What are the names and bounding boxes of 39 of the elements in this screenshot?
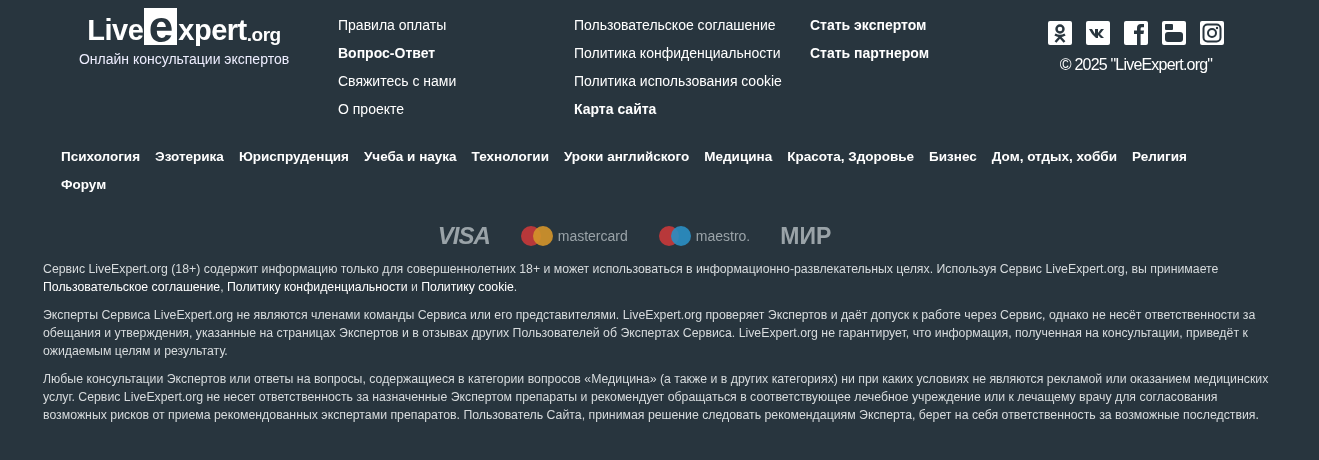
category-link[interactable]: Медицина	[704, 148, 773, 166]
category-link[interactable]: Технологии	[471, 148, 549, 166]
instagram-icon[interactable]	[1200, 21, 1224, 45]
footer-link[interactable]: Карта сайта	[574, 101, 810, 118]
category-link[interactable]: Бизнес	[929, 148, 977, 166]
footer-link[interactable]: Правила оплаты	[338, 17, 574, 34]
footer-link[interactable]: Свяжитесь с нами	[338, 73, 574, 90]
footer-link[interactable]: Вопрос-Ответ	[338, 45, 574, 62]
facebook-icon[interactable]	[1124, 21, 1148, 45]
copyright: © 2025 "LiveExpert.org"	[1059, 56, 1213, 74]
footer-link[interactable]: О проекте	[338, 101, 574, 118]
category-link[interactable]: Религия	[1132, 148, 1187, 166]
category-link[interactable]: Юриспруденция	[238, 148, 349, 166]
category-link[interactable]: Форум	[61, 176, 107, 194]
policy-link[interactable]: Пользовательское соглашение	[43, 280, 221, 294]
disclaimer-paragraph: Любые консультации Экспертов или ответы на вопросы, содержащиеся в категории вопросов «Медицина» (а также и в других категориях) ни при каких условиях не являются рекламой или оказанием медицинских услуг. Сервис LiveExpert.org не несет ответственность за назначенные Экспертом препараты и рекомендует обращаться в соответствующее лечебное учреждение или к лечащему врачу для согласования возможных рисков от приема рекомендованных экспертами препаратов. Пользователь Сайта, принимая решение следовать рекомендациям Эксперта, берет на себя ответственность за возможные последствия.	[43, 371, 1270, 424]
visa-logo: VISA	[437, 222, 490, 250]
policy-link[interactable]: Политику cookie	[421, 280, 514, 294]
mir-logo: МИР	[780, 222, 832, 250]
policy-link[interactable]: Политику конфиденциальности	[226, 280, 408, 294]
footer-link[interactable]: Политика конфиденциальности	[574, 45, 810, 62]
category-link[interactable]: Эзотерика	[155, 148, 224, 166]
category-link[interactable]: Красота, Здоровье	[787, 148, 915, 166]
category-link[interactable]: Психология	[61, 148, 141, 166]
footer-link[interactable]: Пользовательское соглашение	[574, 17, 810, 34]
category-link[interactable]: Уроки английского	[563, 148, 690, 166]
odnoklassniki-icon[interactable]	[1048, 21, 1072, 45]
maestro-logo: maestro.	[657, 225, 751, 247]
footer-link[interactable]: Политика использования cookie	[574, 73, 810, 90]
disclaimer-paragraph: Эксперты Сервиса LiveExpert.org не являются членами команды Сервиса или его представителями. LiveExpert.org проверяет Экспертов и даёт допуск к работе через Сервис, однако не несёт ответственности за обещания и утверждения, указанные на страницах Экспертов и в отзывах других Пользователей об Экспертах Сервиса. LiveExpert.org не гарантирует, что информация, полученная на консультации, приведёт к ожидаемым целям и результату.	[43, 307, 1257, 360]
footer-link[interactable]: Стать партнером	[810, 45, 1010, 62]
mastercard-logo: mastercard	[519, 225, 628, 247]
disclaimer-paragraph: Сервис LiveExpert.org (18+) содержит информацию только для совершеннолетних 18+ и может использоваться в информационно-развлекательных целях. Используя Сервис LiveExpert.org, вы принимаете Пользовательское соглашение, Политику конфиденциальности и Политику cookie.	[43, 261, 1220, 296]
vk-icon[interactable]	[1086, 21, 1110, 45]
logo[interactable]: Live e xpert.org	[87, 8, 281, 45]
category-link[interactable]: Учеба и наука	[363, 148, 457, 166]
tagline: Онлайн консультации экспертов	[78, 51, 290, 67]
category-link[interactable]: Дом, отдых, хобби	[991, 148, 1117, 166]
footer-link[interactable]: Стать экспертом	[810, 17, 1010, 34]
